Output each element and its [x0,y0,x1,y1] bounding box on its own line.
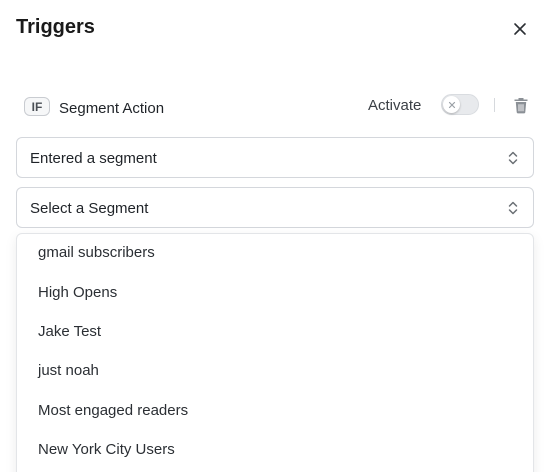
close-icon [514,23,526,35]
trash-icon [514,98,528,114]
activate-toggle[interactable] [441,94,479,115]
x-icon [448,101,455,108]
segment-options-list: gmail subscribers High Opens Jake Test j… [16,233,534,472]
toggle-knob [443,96,460,113]
segment-option[interactable]: gmail subscribers [17,234,533,270]
close-button[interactable] [511,20,529,38]
chevron-up-down-icon [508,151,518,165]
chevron-up-down-icon [508,201,518,215]
activate-label: Activate [368,97,422,114]
segment-select-value: Select a Segment [30,200,149,217]
delete-trigger-button[interactable] [513,96,529,114]
segment-option[interactable]: New York City Users [17,431,533,467]
event-select[interactable]: Entered a segment [16,137,534,178]
segment-option[interactable]: just noah [17,352,533,388]
if-badge: IF [24,97,50,116]
segment-option[interactable]: Most engaged readers [17,392,533,428]
segment-select[interactable]: Select a Segment [16,187,534,228]
divider [494,98,495,112]
panel-title: Triggers [16,16,95,38]
triggers-panel: Triggers IF Segment Action Activate Ente [0,0,551,472]
event-select-value: Entered a segment [30,150,157,167]
segment-option[interactable]: Jake Test [17,313,533,349]
segment-option[interactable]: High Opens [17,274,533,310]
trigger-label: Segment Action [59,100,165,117]
trigger-row: IF Segment Action Activate [16,92,534,120]
